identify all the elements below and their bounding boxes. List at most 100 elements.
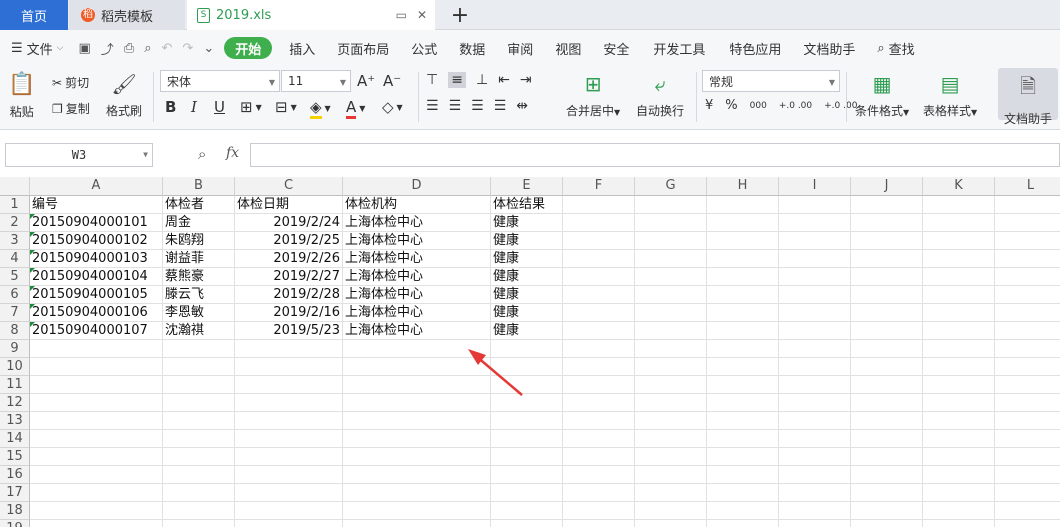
row-header-3[interactable]: 3 <box>0 232 30 250</box>
menu-special[interactable]: 特色应用 <box>718 30 792 66</box>
cell-B11[interactable] <box>163 376 235 394</box>
cell-G3[interactable] <box>635 232 707 250</box>
row-header-4[interactable]: 4 <box>0 250 30 268</box>
cell-G17[interactable] <box>635 484 707 502</box>
select-all-corner[interactable] <box>0 177 30 196</box>
number-format-select[interactable]: 常规 ▼ <box>702 70 840 92</box>
cell-B15[interactable] <box>163 448 235 466</box>
cell-L16[interactable] <box>995 466 1060 484</box>
cell-C2[interactable]: 2019/2/24 <box>235 214 343 232</box>
cell-E15[interactable] <box>491 448 563 466</box>
cell-B18[interactable] <box>163 502 235 520</box>
cell-A18[interactable] <box>30 502 163 520</box>
indent-decrease-icon[interactable]: ⇤ <box>498 72 510 88</box>
cell-K3[interactable] <box>923 232 995 250</box>
menu-formula[interactable]: 公式 <box>400 30 448 66</box>
cell-H13[interactable] <box>707 412 779 430</box>
cell-G6[interactable] <box>635 286 707 304</box>
save-icon[interactable]: ▣ <box>79 41 91 56</box>
tab-file[interactable]: S 2019.xls ▭ ✕ <box>187 0 435 30</box>
cell-C19[interactable] <box>235 520 343 527</box>
undo-icon[interactable]: ↶ <box>162 41 173 56</box>
cell-F10[interactable] <box>563 358 635 376</box>
copy-button[interactable]: ❐ 复制 <box>52 100 90 117</box>
cell-G16[interactable] <box>635 466 707 484</box>
cell-D13[interactable] <box>343 412 491 430</box>
cell-F15[interactable] <box>563 448 635 466</box>
cell-K4[interactable] <box>923 250 995 268</box>
row-header-10[interactable]: 10 <box>0 358 30 376</box>
align-center-icon[interactable]: ☰ <box>449 98 462 114</box>
cell-L4[interactable] <box>995 250 1060 268</box>
cell-H14[interactable] <box>707 430 779 448</box>
cell-D5[interactable]: 上海体检中心 <box>343 268 491 286</box>
cell-H18[interactable] <box>707 502 779 520</box>
cell-F16[interactable] <box>563 466 635 484</box>
cell-F7[interactable] <box>563 304 635 322</box>
cell-A7[interactable]: 20150904000106 <box>30 304 163 322</box>
cell-A19[interactable] <box>30 520 163 527</box>
cell-A6[interactable]: 20150904000105 <box>30 286 163 304</box>
cell-A9[interactable] <box>30 340 163 358</box>
justify-icon[interactable]: ☰ <box>494 98 507 114</box>
cell-F17[interactable] <box>563 484 635 502</box>
font-color-button[interactable]: A ▼ <box>346 98 365 119</box>
italic-button[interactable]: I <box>191 98 197 116</box>
cell-D6[interactable]: 上海体检中心 <box>343 286 491 304</box>
cell-H5[interactable] <box>707 268 779 286</box>
increase-decimal-icon[interactable]: +.0 .00 <box>779 101 812 111</box>
cell-I4[interactable] <box>779 250 851 268</box>
cell-C6[interactable]: 2019/2/28 <box>235 286 343 304</box>
cell-F4[interactable] <box>563 250 635 268</box>
row-header-19[interactable]: 19 <box>0 520 30 527</box>
cell-E13[interactable] <box>491 412 563 430</box>
cell-B8[interactable]: 沈瀚祺 <box>163 322 235 340</box>
cell-J9[interactable] <box>851 340 923 358</box>
column-header-G[interactable]: G <box>635 177 707 196</box>
cell-B14[interactable] <box>163 430 235 448</box>
cell-F18[interactable] <box>563 502 635 520</box>
cell-L17[interactable] <box>995 484 1060 502</box>
menu-data[interactable]: 数据 <box>448 30 496 66</box>
cell-J19[interactable] <box>851 520 923 527</box>
cell-L18[interactable] <box>995 502 1060 520</box>
border-button[interactable]: ⊞ ▼ <box>240 98 262 116</box>
cell-I3[interactable] <box>779 232 851 250</box>
cell-C9[interactable] <box>235 340 343 358</box>
indent-increase-icon[interactable]: ⇥ <box>520 72 532 88</box>
export-icon[interactable]: ⤴ <box>101 39 114 58</box>
cell-C11[interactable] <box>235 376 343 394</box>
cell-A5[interactable]: 20150904000104 <box>30 268 163 286</box>
cell-A2[interactable]: 20150904000101 <box>30 214 163 232</box>
more-icon[interactable]: ⌄ <box>203 41 214 56</box>
tab-home[interactable]: 首页 <box>0 0 68 30</box>
preview-icon[interactable]: ⌕ <box>144 41 151 56</box>
cell-I18[interactable] <box>779 502 851 520</box>
cell-I9[interactable] <box>779 340 851 358</box>
cell-K16[interactable] <box>923 466 995 484</box>
cell-C7[interactable]: 2019/2/16 <box>235 304 343 322</box>
cell-G15[interactable] <box>635 448 707 466</box>
column-header-A[interactable]: A <box>30 177 163 196</box>
column-header-L[interactable]: L <box>995 177 1060 196</box>
cell-C14[interactable] <box>235 430 343 448</box>
cell-E14[interactable] <box>491 430 563 448</box>
cell-J10[interactable] <box>851 358 923 376</box>
cell-C18[interactable] <box>235 502 343 520</box>
cell-F19[interactable] <box>563 520 635 527</box>
menu-insert[interactable]: 插入 <box>278 30 326 66</box>
cell-E18[interactable] <box>491 502 563 520</box>
cell-K11[interactable] <box>923 376 995 394</box>
cell-H4[interactable] <box>707 250 779 268</box>
cell-D8[interactable]: 上海体检中心 <box>343 322 491 340</box>
cell-F2[interactable] <box>563 214 635 232</box>
cell-E8[interactable]: 健康 <box>491 322 563 340</box>
cell-D3[interactable]: 上海体检中心 <box>343 232 491 250</box>
file-menu[interactable]: ☰ 文件 ⌵ <box>0 30 75 66</box>
cell-A3[interactable]: 20150904000102 <box>30 232 163 250</box>
cell-L2[interactable] <box>995 214 1060 232</box>
column-header-I[interactable]: I <box>779 177 851 196</box>
formula-input[interactable] <box>250 143 1060 167</box>
cell-D7[interactable]: 上海体检中心 <box>343 304 491 322</box>
cell-J6[interactable] <box>851 286 923 304</box>
